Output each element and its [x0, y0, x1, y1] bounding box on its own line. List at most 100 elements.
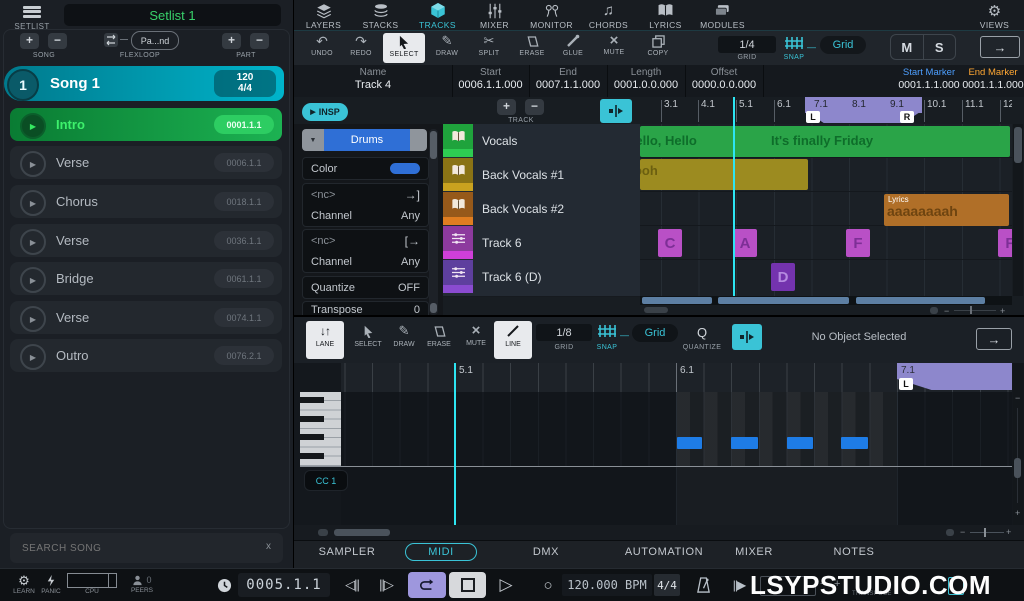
play-part-icon[interactable]: ▶: [20, 229, 46, 255]
song-tempo-badge[interactable]: 120 4/4: [214, 70, 276, 97]
clip-back-vocals-1[interactable]: oooh: [640, 159, 808, 190]
end-marker-field[interactable]: End Marker 0001.1.1.000: [962, 65, 1024, 97]
position-display[interactable]: 0005.1.1: [238, 573, 330, 597]
part-row-outro[interactable]: ▶ Outro 0076.2.1: [10, 339, 282, 372]
flexloop-icon[interactable]: [104, 33, 118, 47]
copy-tool-button[interactable]: COPY: [637, 33, 679, 63]
midi-snap-mode-dropdown[interactable]: Grid: [632, 324, 678, 342]
timesig-display[interactable]: 4/4: [654, 574, 680, 596]
add-part-button[interactable]: +: [222, 33, 241, 49]
color-swatch[interactable]: [390, 163, 420, 174]
track-row-track6[interactable]: Track 6: [443, 226, 640, 261]
midi-mute-tool[interactable]: × MUTE: [457, 321, 495, 359]
clip-name-field[interactable]: Name Track 4: [294, 65, 453, 97]
track-row-track6-d[interactable]: Track 6 (D): [443, 260, 640, 297]
playhead[interactable]: [733, 97, 735, 296]
mute-button[interactable]: M: [891, 35, 924, 59]
song-row[interactable]: 1 Song 1 120 4/4: [4, 66, 284, 101]
setlist-name-display[interactable]: Setlist 1: [64, 4, 281, 26]
tab-midi[interactable]: MIDI: [405, 543, 477, 561]
skip-back-button[interactable]: ◁||: [338, 573, 366, 597]
metronome-button[interactable]: [692, 574, 714, 596]
start-marker-field[interactable]: Start Marker 0001.1.1.000: [898, 65, 960, 97]
play-part-icon[interactable]: ▶: [20, 267, 46, 293]
quantize-q-icon[interactable]: Q: [692, 323, 712, 341]
part-row-verse-2[interactable]: ▶ Verse 0036.1.1: [10, 224, 282, 257]
tab-tracks[interactable]: TRACKS: [409, 2, 466, 30]
peers-indicator[interactable]: 0 PEERS: [124, 573, 160, 594]
tab-notes[interactable]: NOTES: [819, 546, 889, 558]
clip-vocals[interactable]: Hello, Hello It's finally Friday: [640, 126, 1010, 157]
clip-offset-field[interactable]: Offset 0000.0.0.000: [685, 65, 764, 97]
lane-tool-button[interactable]: ↓↑ LANE: [306, 321, 344, 359]
line-tool-button[interactable]: LINE: [494, 321, 532, 359]
track-row-back-vocals-2[interactable]: Back Vocals #2: [443, 192, 640, 227]
black-key[interactable]: [300, 397, 324, 403]
count-in-button[interactable]: ||▶: [726, 573, 752, 597]
midi-zoom-in-icon[interactable]: +: [1006, 527, 1011, 537]
snap-mode-dropdown[interactable]: Grid: [820, 36, 866, 54]
arrange-hscroll[interactable]: − +: [640, 305, 1012, 316]
black-key[interactable]: [300, 434, 324, 440]
midi-draw-tool[interactable]: ✎ DRAW: [385, 321, 423, 359]
play-part-icon[interactable]: ▶: [20, 306, 46, 332]
midi-vscroll[interactable]: − +: [1013, 363, 1023, 525]
setlist-menu-button[interactable]: SETLIST: [12, 4, 52, 31]
glue-tool-button[interactable]: GLUE: [552, 33, 594, 63]
chord-cell[interactable]: A: [733, 229, 757, 257]
zoom-slider-handle[interactable]: [970, 306, 972, 314]
track-row-back-vocals-1[interactable]: Back Vocals #1: [443, 158, 640, 193]
midi-note[interactable]: [787, 437, 813, 449]
track-row-vocals[interactable]: Vocals: [443, 124, 640, 159]
transpose-row[interactable]: Transpose 0: [302, 301, 429, 316]
chord-cell[interactable]: C: [658, 229, 682, 257]
midi-grid-value[interactable]: 1/8: [536, 324, 592, 341]
part-row-verse-1[interactable]: ▶ Verse 0006.1.1: [10, 146, 282, 179]
tab-modules[interactable]: MODULES: [694, 2, 751, 30]
inspector-scrollbar[interactable]: [429, 129, 438, 315]
remove-part-button[interactable]: −: [250, 33, 269, 49]
color-row[interactable]: Color: [302, 157, 429, 180]
channel-value[interactable]: Any: [401, 205, 420, 226]
arrangement-grid[interactable]: Hello, Hello It's finally Friday oooh Ly…: [640, 124, 1012, 296]
clip-start-field[interactable]: Start 0006.1.1.000: [452, 65, 530, 97]
midi-note[interactable]: [677, 437, 702, 449]
search-song-input[interactable]: [20, 537, 244, 559]
arrange-ruler[interactable]: 3.1 4.1 5.1 6.1 7.1 8.1 9.1 10.1 11.1 12…: [640, 97, 1012, 124]
black-key[interactable]: [300, 415, 324, 422]
tab-automation[interactable]: AUTOMATION: [614, 546, 714, 558]
add-track-button[interactable]: +: [497, 99, 516, 115]
midi-ruler[interactable]: 5.1 6.1 7.1 L: [341, 363, 1012, 392]
skip-forward-button[interactable]: ||▷: [372, 573, 400, 597]
play-button[interactable]: ▷: [492, 572, 520, 598]
channel2-value[interactable]: Any: [401, 251, 420, 272]
tab-dmx[interactable]: DMX: [521, 546, 571, 558]
search-song-box[interactable]: x: [10, 533, 283, 563]
erase-tool-button[interactable]: ERASE: [511, 33, 553, 63]
arrange-vscroll[interactable]: [1013, 124, 1023, 296]
tab-views[interactable]: ⚙ VIEWS: [966, 2, 1023, 31]
chord-cell[interactable]: D: [771, 263, 795, 291]
clip-end-field[interactable]: End 0007.1.1.000: [529, 65, 608, 97]
part-row-chorus[interactable]: ▶ Chorus 0018.1.1: [10, 185, 282, 218]
cc-lane-badge[interactable]: CC 1: [304, 470, 348, 491]
clip-lyrics[interactable]: Lyrics aaaaaaaah: [884, 194, 1009, 226]
tab-stacks[interactable]: STACKS: [352, 2, 409, 30]
preset-dropdown[interactable]: ▼ Drums: [302, 129, 427, 151]
tab-sampler[interactable]: SAMPLER: [310, 546, 384, 558]
grid-value-display[interactable]: 1/4: [718, 36, 776, 53]
chord-cell[interactable]: F: [846, 229, 870, 257]
part-row-verse-3[interactable]: ▶ Verse 0074.1.1: [10, 301, 282, 334]
play-part-icon[interactable]: ▶: [20, 190, 46, 216]
arrange-minimap[interactable]: [640, 296, 1012, 305]
tab-monitor[interactable]: MONITOR: [523, 2, 580, 30]
tab-mixer[interactable]: MIXER: [466, 2, 523, 30]
midi-playhead[interactable]: [454, 363, 456, 525]
tab-lyrics[interactable]: LYRICS: [637, 2, 694, 30]
flexloop-value[interactable]: Pa...nd: [131, 31, 179, 50]
panic-button[interactable]: PANIC: [36, 573, 66, 595]
tab-mixer[interactable]: MIXER: [719, 546, 789, 558]
stop-button[interactable]: [449, 572, 486, 598]
midi-hscroll[interactable]: − +: [294, 525, 1024, 540]
piano-keyboard[interactable]: [300, 392, 341, 466]
